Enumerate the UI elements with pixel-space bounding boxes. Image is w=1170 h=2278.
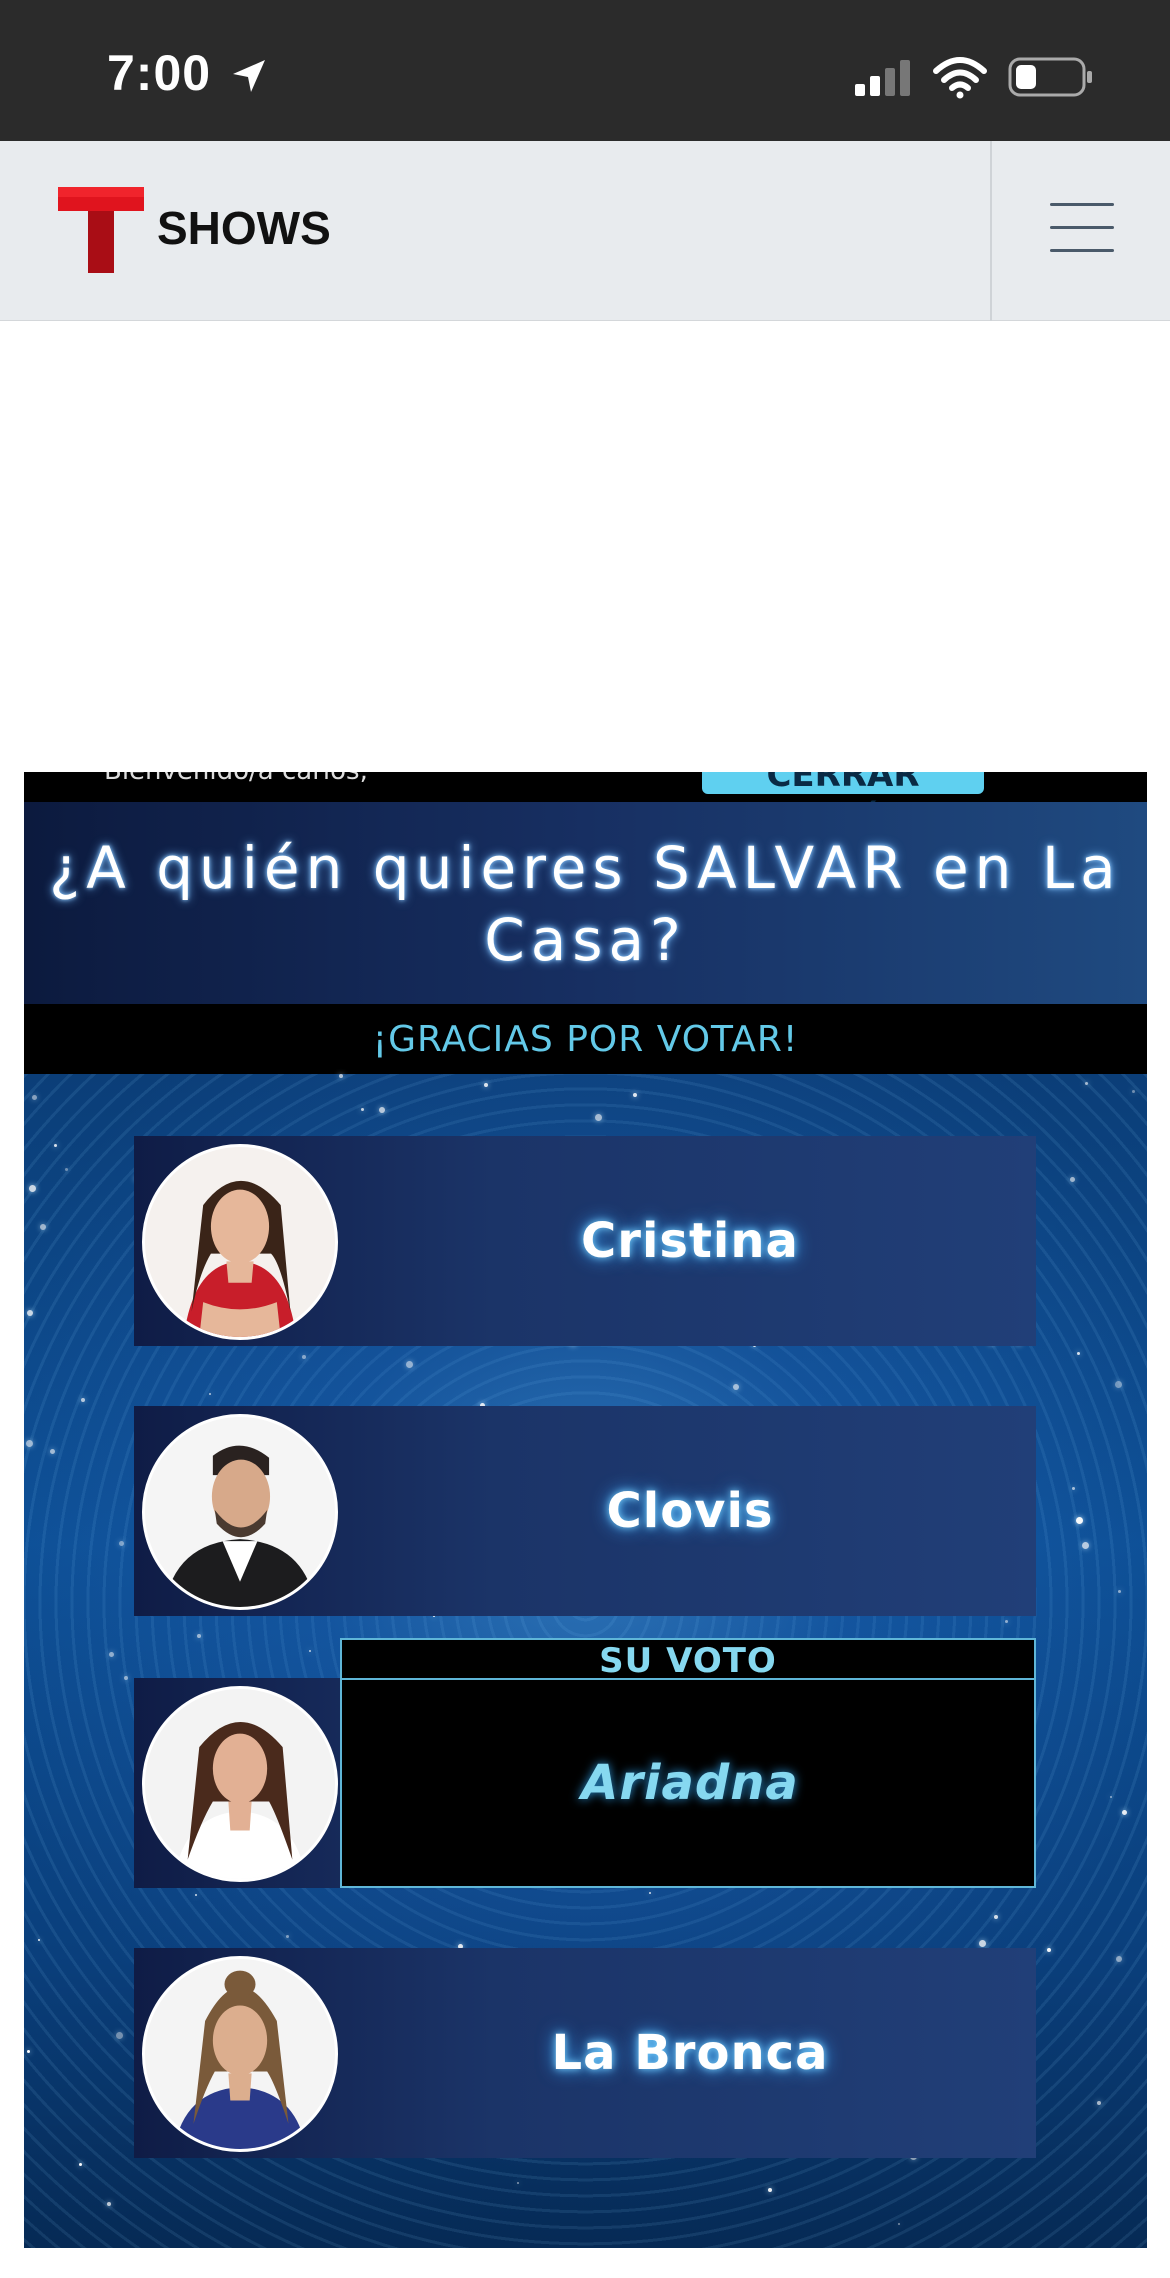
candidate-card-clovis[interactable]: Clovis [134, 1406, 1036, 1616]
sparkle-dot [649, 1892, 651, 1894]
wifi-icon [933, 57, 987, 99]
sparkle-dot [54, 1144, 57, 1147]
sparkle-dot [339, 1074, 343, 1078]
sparkle-dot [994, 1915, 998, 1919]
hamburger-menu-icon[interactable] [1050, 203, 1114, 257]
status-bar: 7:00 [0, 0, 1170, 141]
candidate-photo [142, 1956, 338, 2152]
sparkle-dot [1122, 1810, 1127, 1815]
header-divider [990, 141, 992, 321]
vote-question-title: ¿A quién quieres SALVAR en La Casa? [49, 834, 1122, 974]
sparkle-dot [733, 1384, 739, 1390]
sparkle-dot [379, 1107, 385, 1113]
sparkle-dot [1047, 1948, 1051, 1952]
candidate-card-cristina[interactable]: Cristina [134, 1136, 1036, 1346]
sparkle-dot [1097, 2101, 1101, 2105]
sparkle-dot [633, 1093, 637, 1097]
thanks-message: ¡GRACIAS POR VOTAR! [24, 1004, 1147, 1074]
battery-icon [1008, 57, 1092, 97]
sparkle-dot [26, 1440, 33, 1447]
sparkle-dot [517, 2182, 519, 2184]
brand-name[interactable]: SHOWS [157, 201, 331, 255]
sparkle-dot [1115, 1381, 1122, 1388]
sparkle-dot [38, 1939, 40, 1941]
sparkle-dot [1118, 1590, 1121, 1593]
sparkle-dot [768, 2188, 772, 2192]
sparkle-dot [979, 1940, 986, 1947]
logout-button[interactable]: CERRAR SESIÓN [702, 772, 984, 802]
sparkle-dot [1070, 1177, 1075, 1182]
sparkle-dot [1085, 1082, 1088, 1085]
sparkle-dot [209, 1393, 211, 1395]
sparkle-dot [27, 1310, 33, 1316]
sparkle-dot [1005, 1620, 1008, 1623]
candidate-card-ariadna[interactable]: Ariadna [134, 1678, 1036, 1888]
candidate-name: Clovis [606, 1483, 774, 1539]
candidate-photo [142, 1414, 338, 1610]
sparkle-dot [1076, 1517, 1083, 1524]
sparkle-dot [595, 1114, 602, 1121]
candidate-name: Cristina [581, 1213, 799, 1269]
sparkle-dot [27, 2050, 30, 2053]
site-header: SHOWS [0, 141, 1170, 321]
title-bar: ¿A quién quieres SALVAR en La Casa? [24, 802, 1147, 1004]
sparkle-dot [124, 1676, 128, 1680]
sparkle-dot [361, 1108, 364, 1111]
sparkle-dot [286, 1935, 289, 1938]
sparkle-dot [50, 1449, 55, 1454]
sparkle-dot [1116, 1956, 1122, 1962]
status-time: 7:00 [107, 45, 212, 101]
sparkle-dot [309, 1650, 311, 1652]
sparkle-dot [65, 1168, 68, 1171]
telemundo-logo[interactable] [58, 187, 144, 273]
sparkle-dot [197, 1634, 201, 1638]
location-arrow-icon [233, 60, 265, 92]
sparkle-dot [79, 2163, 82, 2166]
sparkle-dot [1110, 1796, 1112, 1798]
sparkle-dot [406, 1361, 413, 1368]
candidate-card-la-bronca[interactable]: La Bronca [134, 1948, 1036, 2158]
sparkle-dot [1132, 1090, 1135, 1093]
sparkle-dot [119, 1541, 124, 1546]
sparkle-dot [302, 1355, 306, 1359]
sparkle-dot [898, 2223, 900, 2225]
sparkle-dot [32, 1095, 37, 1100]
candidate-photo [142, 1686, 338, 1882]
voting-widget: Bienvenido/a carlos, CERRAR SESIÓN ¿A qu… [24, 772, 1147, 2248]
sparkle-dot [81, 1398, 85, 1402]
candidate-name: La Bronca [551, 2025, 829, 2081]
sparkle-dot [484, 1083, 488, 1087]
sparkle-dot [195, 1894, 197, 1896]
sparkle-dot [1077, 1352, 1080, 1355]
sparkle-dot [107, 2202, 111, 2206]
user-strip: Bienvenido/a carlos, CERRAR SESIÓN [24, 772, 1147, 802]
welcome-text: Bienvenido/a carlos, [104, 772, 368, 786]
candidate-name: Ariadna [581, 1755, 799, 1811]
sparkle-dot [1082, 1542, 1089, 1549]
candidate-photo [142, 1144, 338, 1340]
sparkle-dot [29, 1185, 36, 1192]
cellular-signal-icon [855, 60, 910, 96]
sparkle-dot [109, 1652, 114, 1657]
sparkle-dot [1072, 1487, 1075, 1490]
your-vote-label: SU VOTO [340, 1638, 1036, 1681]
sparkle-dot [40, 1224, 46, 1230]
sparkle-dot [116, 2032, 123, 2039]
